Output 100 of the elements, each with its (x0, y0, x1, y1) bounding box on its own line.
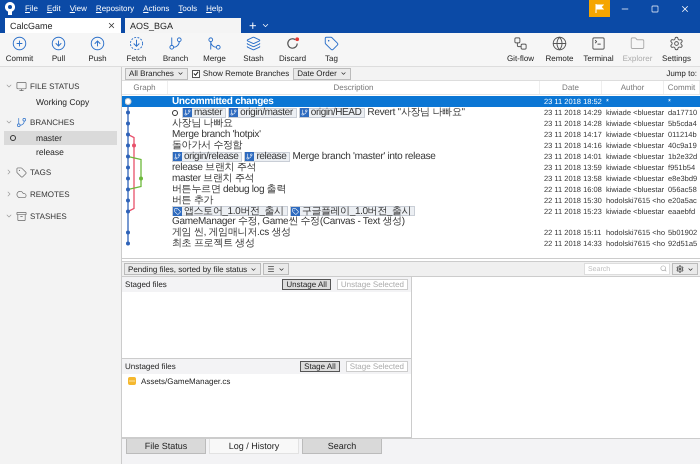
menu-item[interactable]: Tools (178, 4, 198, 13)
branch-label[interactable]: origin/release (172, 152, 242, 162)
tag-label[interactable]: 앱스토어_1.0버전_출시 (172, 206, 288, 216)
checkmark-icon (192, 70, 199, 77)
section-title: Unstaged files (125, 362, 176, 371)
commit-message: 버튼누르면 debug log 출력 (172, 184, 286, 195)
settings-icon (669, 36, 684, 51)
toolbar-button[interactable]: Remote (542, 36, 577, 63)
column-header[interactable]: Author (602, 81, 664, 94)
tag-icon (173, 206, 182, 216)
column-header[interactable]: Description (168, 81, 540, 94)
list-icon (267, 265, 276, 273)
toolbar-button[interactable]: Push (80, 36, 115, 63)
toolbar-button[interactable]: Tag (314, 36, 349, 63)
settings-icon (676, 265, 684, 273)
sidebar-section[interactable]: TAGS (0, 163, 121, 181)
toolbar-button[interactable]: Terminal (581, 36, 616, 63)
section-title: Staged files (125, 280, 167, 289)
sidebar-section[interactable]: FILE STATUS (0, 77, 121, 95)
toolbar-button[interactable]: Commit (2, 36, 37, 63)
sidebar-section[interactable]: STASHES (0, 207, 121, 225)
merge-icon (207, 36, 222, 51)
stage-button[interactable]: Stage All (300, 361, 340, 372)
stash-icon (16, 210, 27, 222)
commit-message: 사장님 나빠요 (172, 118, 233, 129)
toolbar-button[interactable]: Discard (275, 36, 310, 63)
column-header[interactable]: Commit (664, 81, 700, 94)
changed-file-entry[interactable]: Assets/GameManager.cs (122, 374, 411, 388)
toolbar-button[interactable]: Settings (659, 36, 694, 63)
branch-icon (168, 36, 183, 51)
branch-label[interactable]: origin/HEAD (298, 108, 366, 118)
branch-icon (183, 108, 192, 117)
monitor-icon (16, 80, 27, 92)
repository-tab[interactable]: CalcGame (5, 18, 121, 33)
column-header[interactable]: Graph (122, 81, 168, 94)
settings-dropdown[interactable] (672, 263, 698, 275)
menu-item[interactable]: Help (206, 4, 223, 13)
toolbar-button[interactable]: Merge (197, 36, 232, 63)
tag-icon (324, 36, 339, 51)
commit-message: Uncommitted changes (172, 96, 274, 107)
toolbar-button[interactable]: Fetch (119, 36, 154, 63)
caret-icon (687, 266, 694, 272)
branch-icon (229, 108, 238, 117)
pull-icon (51, 36, 66, 51)
commit-message: Merge branch 'hotpix' (172, 129, 261, 140)
sidebar-item[interactable]: master (4, 131, 117, 145)
sidebar-section[interactable]: REMOTES (0, 185, 121, 203)
dropdown-icon[interactable] (260, 21, 270, 30)
menu-item[interactable]: Edit (46, 4, 61, 13)
view-tab[interactable]: Search (302, 439, 382, 454)
stage-button[interactable]: Unstage All (282, 279, 331, 290)
toolbar-button[interactable]: Branch (158, 36, 193, 63)
git-flow-icon (513, 36, 528, 51)
tag-label[interactable]: 구글플레이_1.0버전_출시 (290, 206, 416, 216)
commit-icon (12, 36, 27, 51)
close-icon[interactable] (107, 21, 116, 30)
cloud-icon (16, 188, 27, 200)
menu-item[interactable]: Actions (143, 4, 170, 13)
sidebar-item[interactable]: release (4, 145, 117, 159)
stash-icon (246, 36, 261, 51)
new-tab-button[interactable]: + (249, 18, 257, 33)
toolbar-button[interactable]: Git-flow (503, 36, 538, 63)
branch-label[interactable]: origin/master (228, 108, 297, 118)
branches-dropdown[interactable]: All Branches (125, 68, 188, 80)
sort-dropdown[interactable]: Pending files, sorted by file status (124, 263, 262, 275)
tag-icon (16, 166, 27, 178)
commit-message: 버튼 추가 (172, 195, 214, 206)
jump-label: Jump to: (666, 69, 697, 78)
view-tab[interactable]: File Status (126, 439, 206, 454)
sidebar-item[interactable]: Working Copy (4, 95, 117, 109)
sidebar-section[interactable]: BRANCHES (0, 113, 121, 131)
column-header[interactable]: Date (540, 81, 602, 94)
branch-icon (16, 116, 27, 128)
commit-message: master 브랜치 주석 (172, 173, 254, 184)
repository-tab[interactable]: AOS_BGA (125, 18, 241, 33)
checkbox[interactable] (192, 70, 200, 78)
order-dropdown[interactable]: Date Order (293, 68, 351, 80)
caret-icon (250, 266, 258, 272)
checkbox-label[interactable]: Show Remote Branches (202, 69, 290, 78)
close-button[interactable] (680, 4, 690, 14)
push-icon (90, 36, 105, 51)
commit-message: release 브랜치 주석 (172, 162, 256, 173)
commit-message: 최초 프로젝트 생성 (172, 238, 255, 249)
terminal-icon (591, 36, 606, 51)
commit-message: Merge branch 'master' into release (292, 151, 436, 162)
tag-icon (290, 206, 300, 216)
branch-label[interactable]: master (182, 108, 226, 118)
view-tab[interactable]: Log / History (209, 439, 299, 454)
commit-message: Revert "사장님 나빠요" (367, 107, 465, 118)
view-mode-dropdown[interactable] (263, 263, 290, 275)
toolbar-button[interactable]: Stash (236, 36, 271, 63)
toolbar-button[interactable]: Pull (41, 36, 76, 63)
globe-icon (552, 36, 567, 51)
branch-icon (173, 152, 182, 161)
maximize-button[interactable] (651, 4, 659, 12)
menu-item[interactable]: File (25, 4, 38, 13)
flag-icon (595, 4, 604, 13)
menu-item[interactable]: View (70, 4, 87, 13)
branch-label[interactable]: release (244, 152, 290, 162)
menu-item[interactable]: Repository (96, 4, 134, 13)
